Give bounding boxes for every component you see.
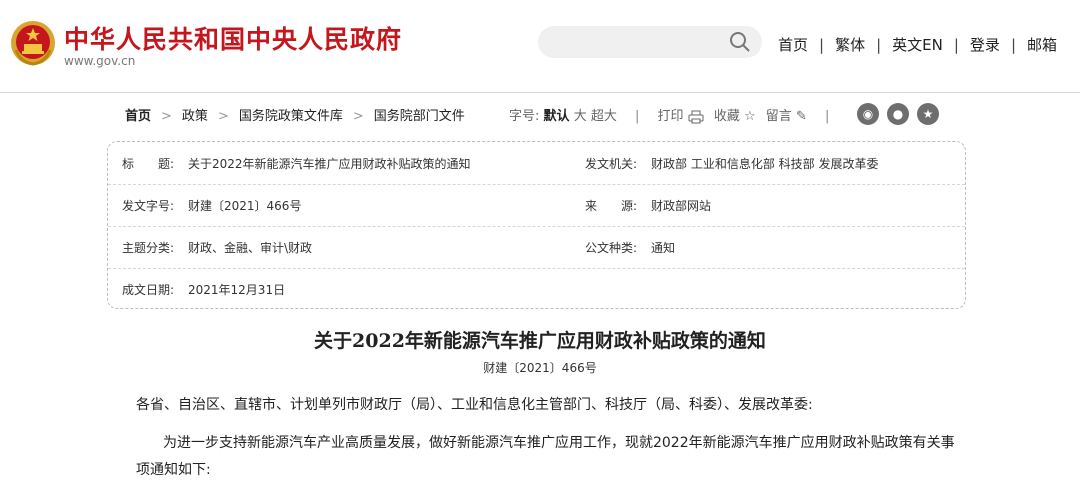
favorite-star-icon[interactable]: ★: [917, 103, 939, 125]
nav-home[interactable]: 首页: [778, 36, 808, 54]
font-size-default[interactable]: 默认: [544, 109, 570, 124]
nav-divider: |: [876, 36, 882, 54]
nav-divider: |: [1010, 36, 1016, 54]
national-emblem-icon[interactable]: [10, 20, 56, 66]
print-button[interactable]: 打印: [658, 109, 704, 124]
topic-label: 主题分类:: [122, 241, 175, 255]
chevron-right-icon: >: [161, 109, 172, 124]
article-title: 关于2022年新能源汽车推广应用财政补贴政策的通知: [314, 330, 766, 352]
favorite-label: 收藏: [713, 109, 740, 124]
font-size-xlarge[interactable]: 超大: [591, 109, 617, 124]
source-value: 财政部网站: [651, 199, 712, 213]
article-paragraph-line: 为进一步支持新能源汽车产业高质量发展，做好新能源汽车推广应用工作，现就2022年…: [163, 435, 955, 451]
docnum-value: 财建〔2021〕466号: [188, 199, 302, 213]
comment-label: 留言: [765, 109, 792, 124]
site-header: 中华人民共和国中央人民政府 www.gov.cn 首页 | 繁体 | 英文EN | 登录 | 邮…: [0, 0, 1080, 93]
doctype-value: 通知: [651, 241, 676, 255]
print-label: 打印: [657, 109, 684, 124]
info-row: 主题分类: 财政、金融、审计\财政 公文种类: 通知: [108, 226, 965, 269]
issuer-value: 财政部 工业和信息化部 科技部 发展改革委: [651, 157, 879, 171]
breadcrumb-department-docs[interactable]: 国务院部门文件: [374, 109, 465, 124]
article-tools: 字号: 默认 大 超大 | 打印 收藏 ☆ 留言 ✎ |: [509, 105, 843, 124]
title-value: 关于2022年新能源汽车推广应用财政补贴政策的通知: [188, 157, 471, 171]
share-icons: ◉ ● ★: [857, 103, 947, 125]
weibo-icon[interactable]: ◉: [857, 103, 879, 125]
nav-traditional[interactable]: 繁体: [835, 36, 865, 54]
docnum-label: 发文字号:: [122, 199, 175, 213]
font-size-label: 字号:: [509, 109, 540, 124]
article-doc-number: 财建〔2021〕466号: [483, 361, 597, 375]
topic-value: 财政、金融、审计\财政: [188, 241, 313, 255]
document-info-box: 标 题: 关于2022年新能源汽车推广应用财政补贴政策的通知 发文机关: 财政部…: [107, 141, 966, 309]
comment-button[interactable]: 留言 ✎: [766, 109, 807, 124]
nav-mail[interactable]: 邮箱: [1027, 36, 1057, 54]
date-value: 2021年12月31日: [188, 283, 286, 297]
chevron-right-icon: >: [217, 109, 229, 124]
tools-divider: |: [635, 109, 640, 124]
breadcrumb-home[interactable]: 首页: [125, 109, 151, 124]
nav-divider: |: [953, 36, 959, 54]
font-size-large[interactable]: 大: [574, 109, 587, 124]
search-icon[interactable]: [728, 30, 752, 54]
chevron-right-icon: >: [352, 109, 364, 124]
breadcrumb-bar: 首页 > 政策 > 国务院政策文件库 > 国务院部门文件 字号: 默认 大 超大 | 打印 …: [125, 103, 955, 127]
info-row: 成文日期: 2021年12月31日: [108, 268, 965, 310]
top-nav: 首页 | 繁体 | 英文EN | 登录 | 邮箱: [778, 34, 1057, 55]
breadcrumb-policy-library[interactable]: 国务院政策文件库: [239, 109, 343, 124]
nav-divider: |: [819, 36, 825, 54]
article-paragraph-line: 项通知如下:: [136, 462, 211, 478]
tools-divider: |: [824, 109, 830, 124]
title-label: 标 题:: [122, 157, 175, 171]
site-title[interactable]: 中华人民共和国中央人民政府: [64, 20, 402, 56]
site-url: www.gov.cn: [64, 54, 136, 68]
pencil-icon: ✎: [795, 109, 807, 124]
article-salutation: 各省、自治区、直辖市、计划单列市财政厅（局）、工业和信息化主管部门、科技厅（局、…: [136, 397, 813, 413]
info-row: 标 题: 关于2022年新能源汽车推广应用财政补贴政策的通知 发文机关: 财政部…: [108, 142, 965, 185]
date-label: 成文日期:: [122, 283, 175, 297]
doctype-label: 公文种类:: [585, 241, 638, 255]
nav-login[interactable]: 登录: [970, 36, 1000, 54]
info-row: 发文字号: 财建〔2021〕466号 来 源: 财政部网站: [108, 184, 965, 227]
issuer-label: 发文机关:: [585, 157, 638, 171]
nav-english[interactable]: 英文EN: [892, 36, 943, 54]
source-label: 来 源:: [585, 199, 638, 213]
breadcrumb-policy[interactable]: 政策: [182, 109, 208, 124]
printer-icon: [688, 110, 704, 123]
favorite-button[interactable]: 收藏 ☆: [714, 109, 756, 124]
wechat-icon[interactable]: ●: [887, 103, 909, 125]
star-icon: ☆: [743, 109, 756, 124]
